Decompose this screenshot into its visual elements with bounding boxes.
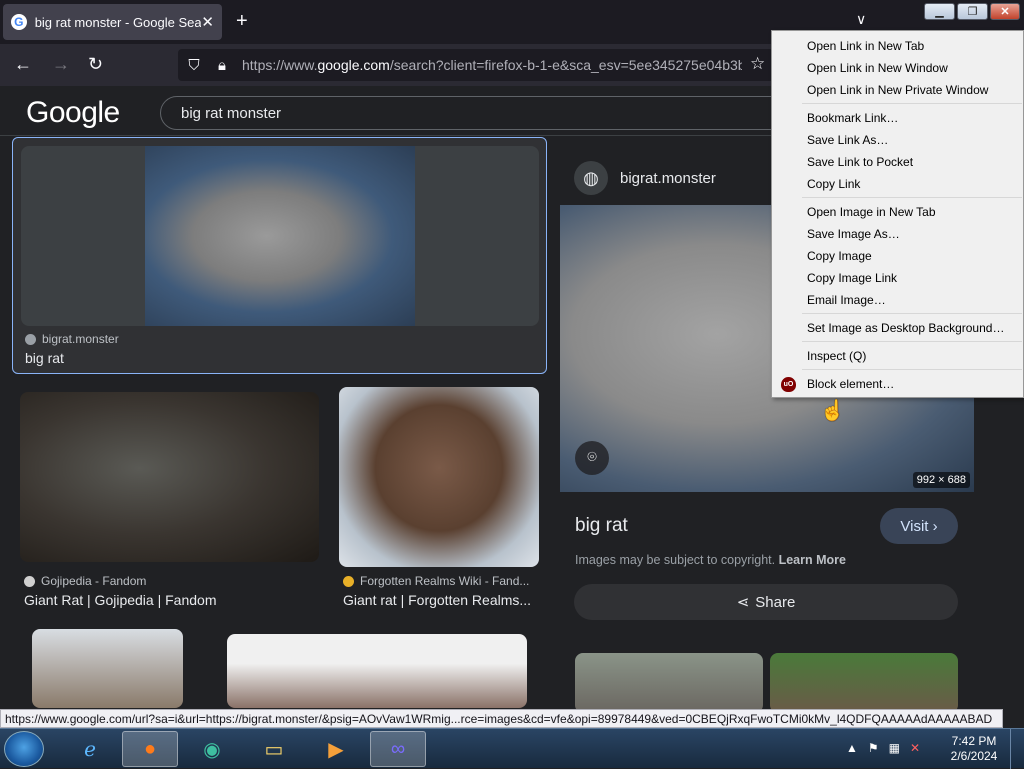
- close-window-button[interactable]: ✕: [990, 3, 1020, 20]
- menu-separator: [802, 197, 1022, 198]
- link-status-bar: https://www.google.com/url?sa=i&url=http…: [0, 709, 1003, 728]
- menu-copy-link[interactable]: Copy Link: [772, 173, 1023, 195]
- result-title[interactable]: big rat: [25, 350, 64, 366]
- menu-save-link-as[interactable]: Save Link As…: [772, 129, 1023, 151]
- menu-copy-image-link[interactable]: Copy Image Link: [772, 267, 1023, 289]
- fandom-favicon-icon: [24, 575, 35, 587]
- forward-arrow-icon[interactable]: →: [52, 54, 70, 75]
- learn-more-link[interactable]: Learn More: [779, 553, 846, 567]
- google-logo[interactable]: Google: [26, 96, 120, 130]
- url-text[interactable]: https://www.google.com/search?client=fir…: [242, 57, 742, 73]
- panel-site-name: bigrat.monster: [620, 169, 716, 187]
- result-source[interactable]: Gojipedia - Fandom: [24, 574, 146, 588]
- tray-volume-muted-icon[interactable]: ✕: [910, 741, 920, 755]
- menu-open-link-new-tab[interactable]: Open Link in New Tab: [772, 35, 1023, 57]
- panel-source[interactable]: ◍ bigrat.monster: [574, 161, 716, 195]
- related-thumbnail-image[interactable]: [770, 653, 958, 713]
- taskbar-clock[interactable]: 7:42 PM 2/6/2024: [950, 734, 998, 764]
- globe-icon: ◍: [574, 161, 608, 195]
- result-source[interactable]: bigrat.monster: [25, 332, 119, 346]
- back-arrow-icon[interactable]: ←: [14, 54, 32, 75]
- tracking-shield-icon[interactable]: ⛉: [182, 57, 206, 74]
- image-result-selected[interactable]: bigrat.monster big rat: [12, 137, 547, 374]
- clock-time: 7:42 PM: [951, 734, 997, 748]
- tray-flag-icon[interactable]: ⚑: [868, 741, 879, 755]
- url-bar[interactable]: ⛉ 🔒︎ https://www.google.com/search?clien…: [178, 49, 778, 81]
- menu-separator: [802, 369, 1022, 370]
- new-tab-plus-icon[interactable]: +: [236, 10, 248, 33]
- edge-icon[interactable]: ◉: [184, 731, 240, 767]
- lock-icon[interactable]: 🔒︎: [210, 57, 234, 74]
- menu-open-image-new-tab[interactable]: Open Image in New Tab: [772, 201, 1023, 223]
- rat-image[interactable]: [145, 146, 415, 326]
- internet-explorer-icon[interactable]: ℯ: [62, 731, 118, 767]
- menu-save-image-as[interactable]: Save Image As…: [772, 223, 1023, 245]
- rat-illustration-thumbnail-image[interactable]: [339, 387, 539, 567]
- menu-inspect[interactable]: Inspect (Q): [772, 345, 1023, 367]
- menu-open-link-private-window[interactable]: Open Link in New Private Window: [772, 79, 1023, 101]
- infinity-app-icon[interactable]: ∞: [370, 731, 426, 767]
- tray-show-hidden-icon[interactable]: ▲: [846, 741, 858, 755]
- search-input[interactable]: big rat monster: [160, 96, 800, 130]
- minimize-button[interactable]: ▁: [924, 3, 955, 20]
- copyright-notice: Images may be subject to copyright. Lear…: [575, 553, 846, 567]
- media-player-icon[interactable]: ▶: [308, 731, 364, 767]
- menu-open-link-new-window[interactable]: Open Link in New Window: [772, 57, 1023, 79]
- tray-network-icon[interactable]: ▦: [889, 741, 900, 755]
- menu-email-image[interactable]: Email Image…: [772, 289, 1023, 311]
- hand-cursor-icon: ☝: [820, 400, 845, 422]
- menu-copy-image[interactable]: Copy Image: [772, 245, 1023, 267]
- bookmark-star-icon[interactable]: ☆: [750, 54, 765, 74]
- tab-google-search[interactable]: G big rat monster - Google Search ✕: [3, 4, 222, 40]
- menu-separator: [802, 103, 1022, 104]
- menu-bookmark-link[interactable]: Bookmark Link…: [772, 107, 1023, 129]
- ublock-origin-icon: uO: [781, 377, 796, 392]
- start-button-windows-icon[interactable]: [4, 731, 44, 767]
- share-icon: ⋖: [736, 594, 750, 611]
- context-menu: Open Link in New Tab Open Link in New Wi…: [771, 30, 1024, 398]
- share-button[interactable]: ⋖ Share: [574, 584, 958, 620]
- firefox-icon[interactable]: ●: [122, 731, 178, 767]
- site-globe-icon: [25, 333, 36, 345]
- menu-block-element[interactable]: uO Block element…: [772, 373, 1023, 395]
- tab-title: big rat monster - Google Search: [34, 14, 202, 30]
- list-all-tabs-chevron-icon[interactable]: ∨: [856, 11, 866, 28]
- related-thumbnail-image[interactable]: [575, 653, 763, 713]
- menu-separator: [802, 313, 1022, 314]
- windows-taskbar: ℯ ● ◉ ▭ ▶ ∞ ▲ ⚑ ▦ ✕ 7:42 PM 2/6/2024: [0, 728, 1024, 769]
- menu-set-desktop-background[interactable]: Set Image as Desktop Background…: [772, 317, 1023, 339]
- visit-button[interactable]: Visit ›: [880, 508, 958, 544]
- result-title[interactable]: Giant rat | Forgotten Realms...: [343, 592, 539, 608]
- tab-close-icon[interactable]: ✕: [201, 13, 214, 31]
- system-tray: ▲ ⚑ ▦ ✕: [846, 741, 920, 755]
- man-with-rat-thumbnail-image[interactable]: [32, 629, 183, 708]
- result-title[interactable]: Giant Rat | Gojipedia | Fandom: [24, 592, 314, 608]
- google-favicon-icon: G: [11, 14, 27, 30]
- clock-date: 2/6/2024: [950, 749, 998, 763]
- menu-save-link-to-pocket[interactable]: Save Link to Pocket: [772, 151, 1023, 173]
- show-desktop-button[interactable]: [1010, 729, 1024, 769]
- window-controls: ▁ ❐ ✕: [924, 3, 1020, 20]
- file-explorer-folder-icon[interactable]: ▭: [246, 731, 302, 767]
- rat-closeup-thumbnail-image[interactable]: [227, 634, 527, 708]
- wiki-favicon-icon: [343, 575, 354, 587]
- result-source[interactable]: Forgotten Realms Wiki - Fand...: [343, 574, 529, 588]
- reload-icon[interactable]: ↻: [88, 54, 103, 75]
- rat-thumbnail-image[interactable]: [20, 392, 319, 562]
- restore-button[interactable]: ❐: [957, 3, 988, 20]
- menu-separator: [802, 341, 1022, 342]
- google-lens-icon[interactable]: ⌾: [575, 441, 609, 475]
- result-image-container[interactable]: [21, 146, 539, 326]
- preview-title[interactable]: big rat: [575, 515, 628, 537]
- image-dimensions: 992 × 688: [912, 472, 970, 488]
